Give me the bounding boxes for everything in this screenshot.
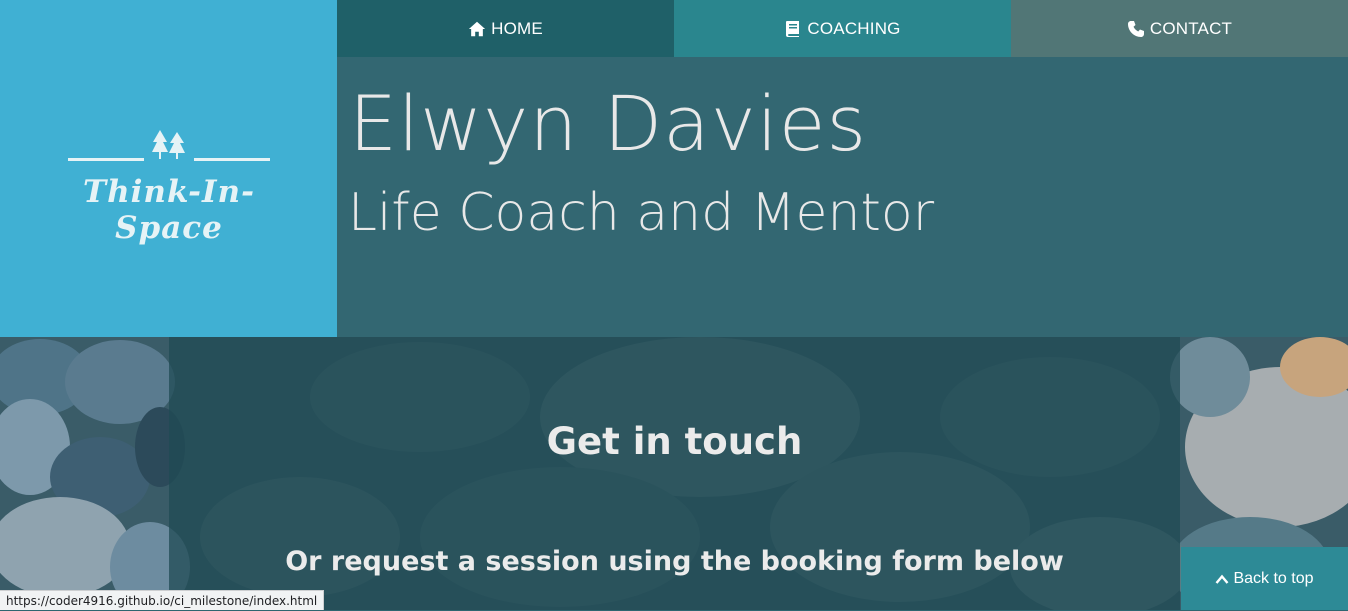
logo-text: Think-In-Space <box>83 174 255 246</box>
logo[interactable]: Think-In-Space <box>40 128 300 246</box>
hero-name: Elwyn Davies <box>349 79 868 168</box>
book-icon <box>786 20 800 37</box>
nav-home-label: HOME <box>491 18 543 38</box>
logo-panel: Think-In-Space <box>0 0 337 337</box>
logo-line-right <box>194 158 270 161</box>
nav-home[interactable]: HOME <box>337 0 674 57</box>
trees-icon <box>152 130 185 159</box>
nav-coaching-label: COACHING <box>807 18 901 38</box>
hero: Elwyn Davies Life Coach and Mentor <box>337 57 1348 337</box>
back-to-top-label: Back to top <box>1233 569 1314 587</box>
nav-contact-label: CONTACT <box>1149 18 1233 38</box>
contact-title: Get in touch <box>546 420 803 463</box>
hero-subtitle: Life Coach and Mentor <box>348 183 935 243</box>
logo-line-left <box>68 158 144 161</box>
main-nav: HOME COACHING CONTACT <box>337 0 1348 57</box>
phone-icon <box>1127 20 1144 37</box>
chevron-up-icon <box>1216 574 1229 584</box>
contact-subtitle: Or request a session using the booking f… <box>285 546 1064 577</box>
contact-section: Get in touch Or request a session using … <box>169 337 1180 610</box>
nav-contact[interactable]: CONTACT <box>1011 0 1348 57</box>
back-to-top-button[interactable]: Back to top <box>1181 547 1348 610</box>
home-icon <box>468 21 486 36</box>
nav-coaching[interactable]: COACHING <box>674 0 1011 57</box>
status-bar-url: https://coder4916.github.io/ci_milestone… <box>0 590 325 610</box>
